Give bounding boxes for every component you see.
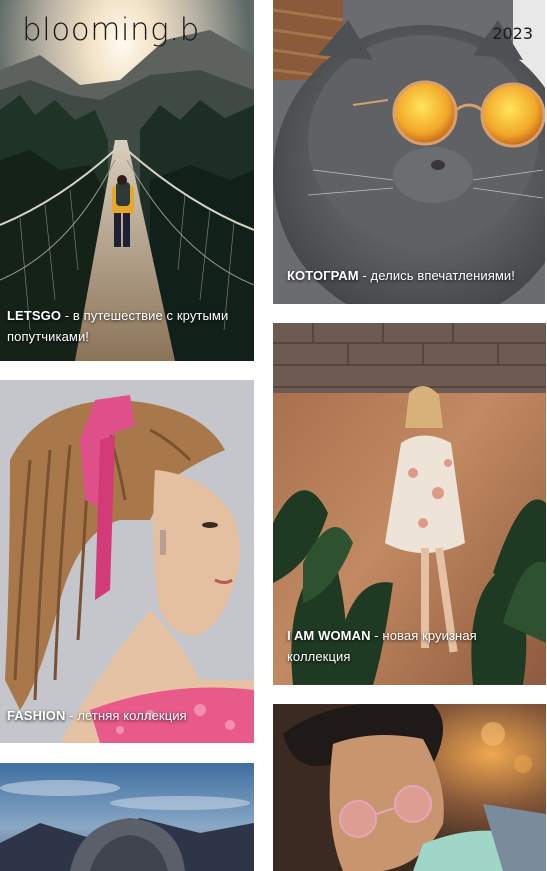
tile-text: - делись впечатлениями!	[358, 268, 516, 283]
tile-portrait-glasses[interactable]	[273, 704, 546, 871]
photo-woman-dreadlocks	[0, 380, 254, 743]
tile-fashion[interactable]: FASHION - летняя коллекция	[0, 380, 254, 743]
tile-landscape-hood[interactable]	[0, 763, 254, 871]
year-badge: 2023	[492, 24, 533, 43]
tile-tag: LETSGO	[7, 308, 62, 323]
site-logo[interactable]: blooming.b	[22, 12, 200, 48]
tile-caption: I AM WOMAN - новая круизная коллекция	[287, 625, 536, 667]
tile-kotogram[interactable]: 2023 КОТОГРАМ - делись впечатлениями!	[273, 0, 545, 304]
photo-hooded-figure	[0, 763, 254, 871]
tile-caption: FASHION - летняя коллекция	[7, 705, 244, 726]
tile-text: - летняя коллекция	[65, 708, 187, 723]
tile-caption: КОТОГРАМ - делись впечатлениями!	[287, 265, 535, 286]
tile-i-am-woman[interactable]: I AM WOMAN - новая круизная коллекция	[273, 323, 546, 685]
tile-tag: КОТОГРАМ	[287, 268, 359, 283]
tile-tag: FASHION	[7, 708, 66, 723]
tile-caption: LETSGO - в путешествие с крутыми попутчи…	[7, 305, 244, 347]
photo-woman-pink-glasses	[273, 704, 546, 871]
tile-tag: I AM WOMAN	[287, 628, 371, 643]
tile-letsgo[interactable]: LETSGO - в путешествие с крутыми попутчи…	[0, 0, 254, 361]
photo-cat-sunglasses	[273, 0, 545, 304]
